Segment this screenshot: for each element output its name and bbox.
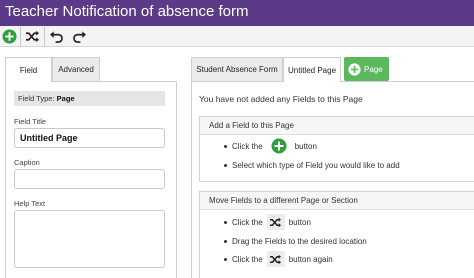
help-text-textarea[interactable] <box>14 210 165 268</box>
move-step-3-suffix: button again <box>288 254 333 264</box>
window-title: Teacher Notification of absence form <box>5 3 249 20</box>
no-fields-message: You have not added any Fields to this Pa… <box>199 94 363 104</box>
move-step-1: Click the button <box>232 214 311 230</box>
field-title-value: Untitled Page <box>20 133 78 143</box>
field-title-input[interactable]: Untitled Page <box>14 128 165 148</box>
redo-button[interactable] <box>70 27 89 46</box>
add-step-2: Select which type of Field you would lik… <box>232 159 400 171</box>
tab-untitled-page[interactable]: Untitled Page <box>283 57 341 82</box>
add-page-button[interactable]: Page <box>344 57 389 81</box>
caption-label: Caption <box>14 158 40 167</box>
bullet <box>224 221 227 224</box>
add-step-1-prefix: Click the <box>232 141 263 151</box>
bullet <box>224 240 227 243</box>
toolbar-divider <box>44 27 45 46</box>
add-page-label: Page <box>364 64 383 74</box>
undo-button[interactable] <box>47 27 66 46</box>
move-step-3-prefix: Click the <box>232 254 263 264</box>
tab-advanced[interactable]: Advanced <box>52 57 100 81</box>
shuffle-icon <box>270 254 282 264</box>
toolbar-divider <box>20 27 21 46</box>
move-step-1-prefix: Click the <box>232 217 263 227</box>
add-step-1: Click the button <box>232 138 317 154</box>
add-circle-icon <box>271 138 287 154</box>
shuffle-button-preview <box>266 214 285 230</box>
move-step-2-text: Drag the Fields to the desired location <box>232 236 367 246</box>
bullet <box>224 164 227 167</box>
toolbar <box>0 26 474 47</box>
redo-icon <box>73 31 86 43</box>
shuffle-button-preview <box>266 251 285 267</box>
add-field-button[interactable] <box>0 27 19 46</box>
help-text-label: Help Text <box>14 199 46 208</box>
add-step-2-text: Select which type of Field you would lik… <box>232 160 400 170</box>
field-type-label: Field Type: <box>18 94 55 103</box>
field-type-value: Page <box>56 94 75 103</box>
move-step-3: Click the button again <box>232 251 333 267</box>
window-title-bar: Teacher Notification of absence form <box>0 0 474 26</box>
move-step-2: Drag the Fields to the desired location <box>232 235 367 247</box>
bullet <box>224 258 227 261</box>
move-step-1-suffix: button <box>288 217 311 227</box>
undo-icon <box>50 31 63 43</box>
tab-field-label: Field <box>19 65 38 75</box>
tab-field[interactable]: Field <box>5 57 52 82</box>
field-type-row: Field Type: Page <box>14 91 165 106</box>
add-field-heading: Add a Field to this Page <box>200 117 474 135</box>
add-step-1-suffix: button <box>294 141 317 151</box>
bullet <box>224 145 227 148</box>
tab-untitled-page-label: Untitled Page <box>287 65 337 75</box>
tab-advanced-label: Advanced <box>58 65 94 74</box>
move-fields-heading: Move Fields to a different Page or Secti… <box>200 192 474 210</box>
add-circle-icon <box>2 29 17 44</box>
add-circle-icon <box>348 62 361 76</box>
caption-input[interactable] <box>14 169 165 189</box>
move-fields-button[interactable] <box>23 27 42 46</box>
tab-student-absence-form[interactable]: Student Absence Form <box>191 57 283 81</box>
field-title-label: Field Title <box>14 117 47 126</box>
shuffle-icon <box>270 217 282 227</box>
shuffle-icon <box>25 30 39 43</box>
tab-student-absence-form-label: Student Absence Form <box>196 65 278 74</box>
